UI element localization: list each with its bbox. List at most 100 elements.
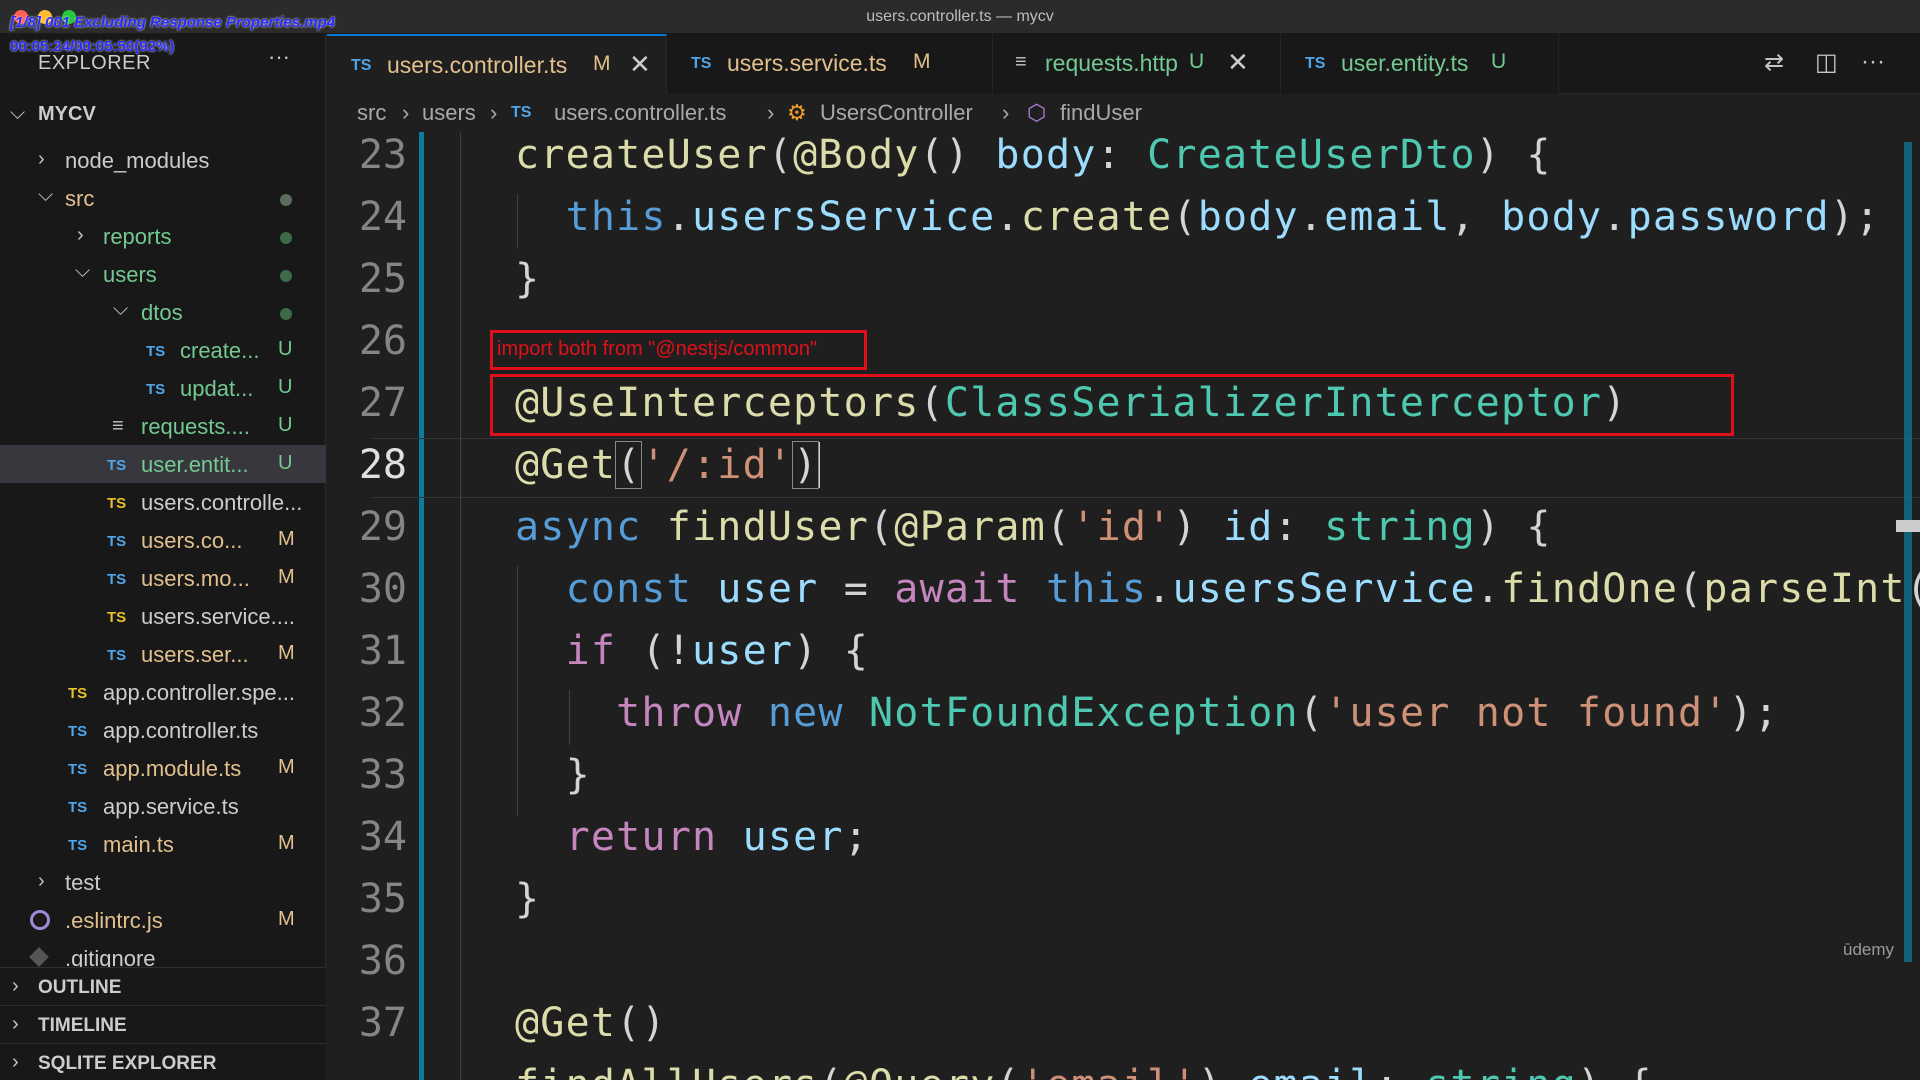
untracked-dot-icon	[280, 232, 292, 244]
chevron-down-icon: ⌵	[113, 298, 129, 320]
tab-user-entity[interactable]: TS user.entity.ts U	[1281, 34, 1559, 94]
tab-requests-http[interactable]: ≡ requests.http U ✕	[993, 34, 1281, 94]
tree-item-label: .eslintrc.js	[65, 908, 163, 933]
tree-item-label: app.service.ts	[103, 794, 239, 819]
typescript-file-icon: TS	[351, 57, 372, 74]
indent-guide	[460, 132, 461, 1080]
editor-scrollbar[interactable]	[1904, 142, 1912, 962]
line-number: 29	[358, 504, 407, 550]
tree-item-app-service[interactable]: TS app.service.ts	[0, 787, 326, 825]
tree-item-users-module[interactable]: TS users.mo... M	[0, 559, 326, 597]
line-number: 32	[358, 690, 407, 736]
tree-item-main[interactable]: TS main.ts M	[0, 825, 326, 863]
tree-item-app-controller-spec[interactable]: TS app.controller.spe...	[0, 673, 326, 711]
chevron-right-icon: ›	[12, 975, 19, 997]
typescript-file-icon: TS	[146, 343, 166, 360]
tree-item-users-controller[interactable]: TS users.controlle...	[0, 483, 326, 521]
tree-item-label: requests....	[141, 414, 250, 439]
tree-item-src[interactable]: ⌵ src	[0, 179, 326, 217]
code-line: const user = await this.usersService.fin…	[565, 566, 1920, 612]
code-line: @Get()	[515, 1000, 667, 1046]
tree-item-label: create...	[180, 338, 260, 363]
chevron-right-icon: ›	[12, 1013, 19, 1035]
tree-item-requests-http[interactable]: ≡ requests.... U	[0, 407, 326, 445]
close-tab-icon[interactable]: ✕	[1227, 47, 1249, 78]
tree-item-update-dto[interactable]: TS updat... U	[0, 369, 326, 407]
line-number: 30	[358, 566, 407, 612]
sqlite-explorer-section[interactable]: › SQLITE EXPLORER	[0, 1043, 326, 1080]
code-line: }	[515, 752, 591, 798]
eslint-icon	[30, 910, 50, 930]
explorer-sidebar: EXPLORER ··· ⌵ MYCV › node_modules ⌵ src…	[0, 34, 326, 1080]
tree-item-users-controller-ts[interactable]: TS users.co... M	[0, 521, 326, 559]
chevron-down-icon: ⌵	[38, 184, 54, 206]
tree-item-users[interactable]: ⌵ users	[0, 255, 326, 293]
tree-item-app-module[interactable]: TS app.module.ts M	[0, 749, 326, 787]
typescript-test-file-icon: TS	[107, 609, 127, 626]
tree-item-app-controller[interactable]: TS app.controller.ts	[0, 711, 326, 749]
typescript-file-icon: TS	[68, 837, 88, 854]
git-status-badge: M	[278, 642, 295, 664]
tree-item-label: dtos	[141, 300, 183, 325]
git-status-badge: U	[278, 414, 293, 436]
breadcrumb-item-class[interactable]: UsersController	[820, 100, 973, 126]
breadcrumb: src › users › TS users.controller.ts › ⚙…	[327, 94, 1920, 132]
compare-changes-icon[interactable]: ⇄	[1764, 48, 1784, 77]
timeline-section[interactable]: › TIMELINE	[0, 1005, 326, 1043]
breadcrumb-separator-icon: ›	[490, 100, 498, 125]
udemy-watermark: ūdemy	[1843, 940, 1895, 959]
tree-item-label: users	[103, 262, 157, 287]
highlight-box	[490, 374, 1734, 436]
project-folder[interactable]: ⌵ MYCV	[0, 96, 326, 132]
breadcrumb-item-src[interactable]: src	[357, 100, 386, 126]
tree-item-label: app.controller.ts	[103, 718, 259, 743]
git-status-badge: U	[278, 452, 293, 474]
tab-users-controller[interactable]: TS users.controller.ts M ✕	[327, 34, 667, 94]
tree-item-users-service-spec[interactable]: TS users.service....	[0, 597, 326, 635]
tab-label: users.controller.ts	[387, 52, 568, 78]
typescript-test-file-icon: TS	[68, 685, 88, 702]
git-status-badge: U	[1189, 50, 1205, 73]
tab-label: users.service.ts	[727, 50, 887, 76]
typescript-file-icon: TS	[511, 104, 532, 121]
tree-item-label: app.controller.spe...	[103, 680, 296, 705]
close-tab-icon[interactable]: ✕	[629, 49, 651, 80]
line-number: 24	[358, 194, 407, 240]
tree-item-node-modules[interactable]: › node_modules	[0, 141, 326, 179]
tree-item-gitignore[interactable]: .gitignore	[0, 939, 326, 967]
breadcrumb-item-file[interactable]: users.controller.ts	[554, 100, 726, 126]
tree-item-label: reports	[103, 224, 172, 249]
tree-item-eslintrc[interactable]: .eslintrc.js M	[0, 901, 326, 939]
more-actions-icon[interactable]: ···	[268, 44, 290, 70]
breadcrumb-item-method[interactable]: findUser	[1060, 100, 1142, 126]
tree-item-label: node_modules	[65, 148, 210, 173]
line-number: 34	[358, 814, 407, 860]
code-line: }	[515, 876, 541, 922]
project-name: MYCV	[38, 103, 96, 125]
line-number: 23	[358, 132, 407, 178]
tree-item-user-entity[interactable]: TS user.entit... U	[0, 445, 326, 483]
git-status-badge: U	[278, 376, 293, 398]
tab-users-service[interactable]: TS users.service.ts M	[667, 34, 993, 94]
outline-section[interactable]: › OUTLINE	[0, 967, 326, 1005]
git-status-badge: M	[278, 832, 295, 854]
method-symbol-icon: ⬡	[1027, 100, 1047, 125]
tree-item-create-dto[interactable]: TS create... U	[0, 331, 326, 369]
tree-item-test[interactable]: › test	[0, 863, 326, 901]
more-actions-icon[interactable]: ···	[1861, 48, 1885, 76]
tree-item-label: app.module.ts	[103, 756, 242, 781]
breadcrumb-item-users[interactable]: users	[422, 100, 476, 126]
annotation-text: import both from "@nestjs/common"	[497, 338, 818, 360]
code-editor[interactable]: 23 24 25 26 27 28 29 30 31 32 33 34 35 3…	[327, 132, 1920, 1080]
tree-item-dtos[interactable]: ⌵ dtos	[0, 293, 326, 331]
chevron-down-icon: ⌵	[75, 260, 91, 282]
class-symbol-icon: ⚙	[787, 100, 807, 125]
tree-item-label: src	[65, 186, 95, 211]
tree-item-reports[interactable]: › reports	[0, 217, 326, 255]
code-line: this.usersService.create(body.email, bod…	[565, 194, 1881, 240]
section-label: OUTLINE	[38, 977, 122, 998]
tree-item-users-service[interactable]: TS users.ser... M	[0, 635, 326, 673]
typescript-file-icon: TS	[107, 647, 127, 664]
chevron-right-icon: ›	[38, 870, 45, 892]
split-editor-icon[interactable]: ◫	[1815, 48, 1838, 77]
